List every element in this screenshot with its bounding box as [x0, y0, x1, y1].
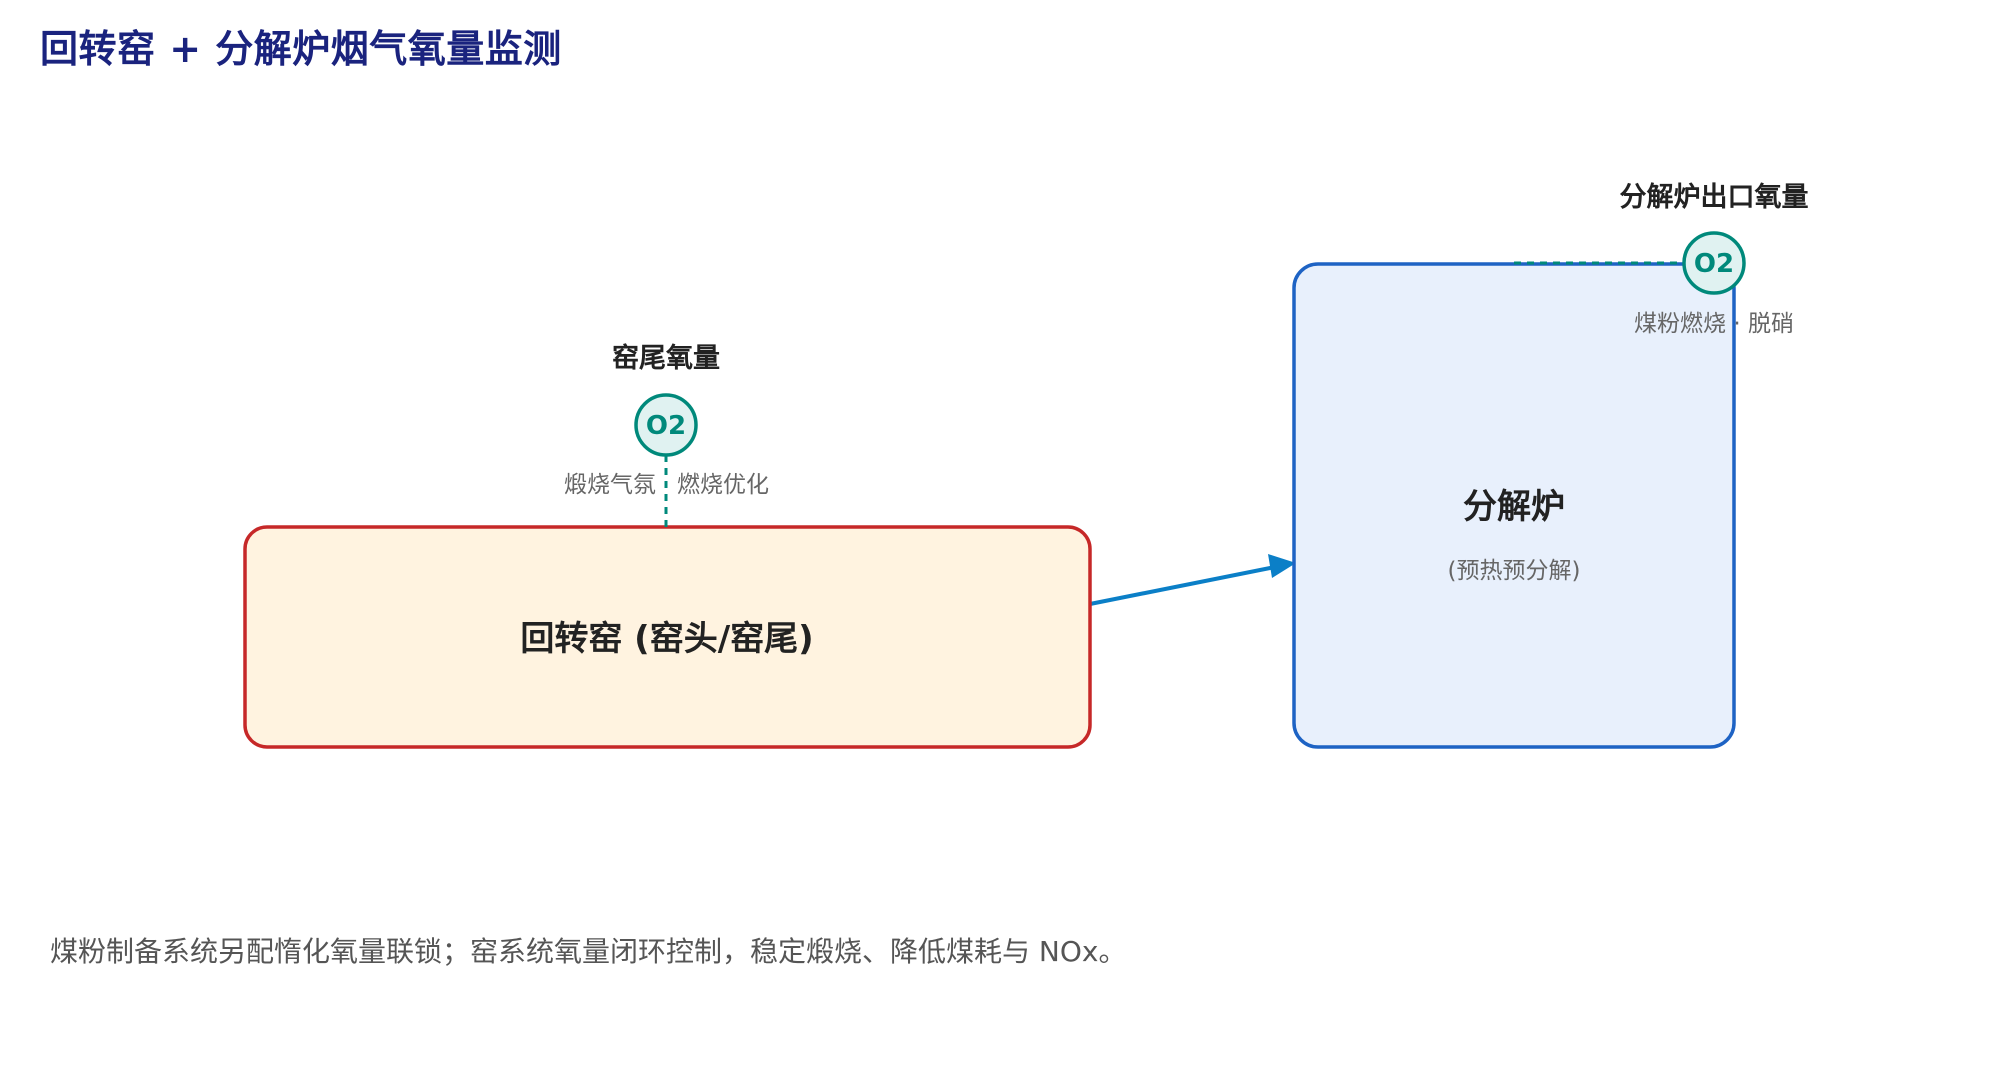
- kiln-node: 回转窑 (窑头/窑尾): [243, 525, 1092, 749]
- calciner-label: 分解炉: [1463, 487, 1565, 527]
- flow-arrow: [1089, 560, 1292, 606]
- calciner-outlet-note: 煤粉燃烧 · 脱硝: [1634, 311, 1794, 337]
- kiln-label: 回转窑 (窑头/窑尾): [520, 619, 813, 659]
- kiln-tail-sensor: 窑尾氧量 O2 煅烧气氛 燃烧优化: [564, 343, 769, 527]
- calciner-outlet-o2-tag: O2: [1694, 249, 1734, 279]
- process-diagram: 回转窑 (窑头/窑尾) 分解炉 (预热预分解) 窑尾氧量 O2 煅烧气氛 燃烧优…: [243, 182, 1809, 749]
- footnote: 煤粉制备系统另配惰化氧量联锁；窑系统氧量闭环控制，稳定煅烧、降低煤耗与 NOx。: [50, 935, 1127, 968]
- kiln-tail-o2-tag: O2: [646, 411, 686, 441]
- flow-arrow-head: [1268, 554, 1296, 578]
- kiln-tail-note-right: 燃烧优化: [677, 472, 769, 498]
- calciner-outlet-sensor-label: 分解炉出口氧量: [1620, 182, 1809, 213]
- kiln-tail-sensor-label: 窑尾氧量: [612, 343, 720, 374]
- calciner-sublabel: (预热预分解): [1448, 558, 1581, 584]
- kiln-tail-note-left: 煅烧气氛: [564, 472, 656, 498]
